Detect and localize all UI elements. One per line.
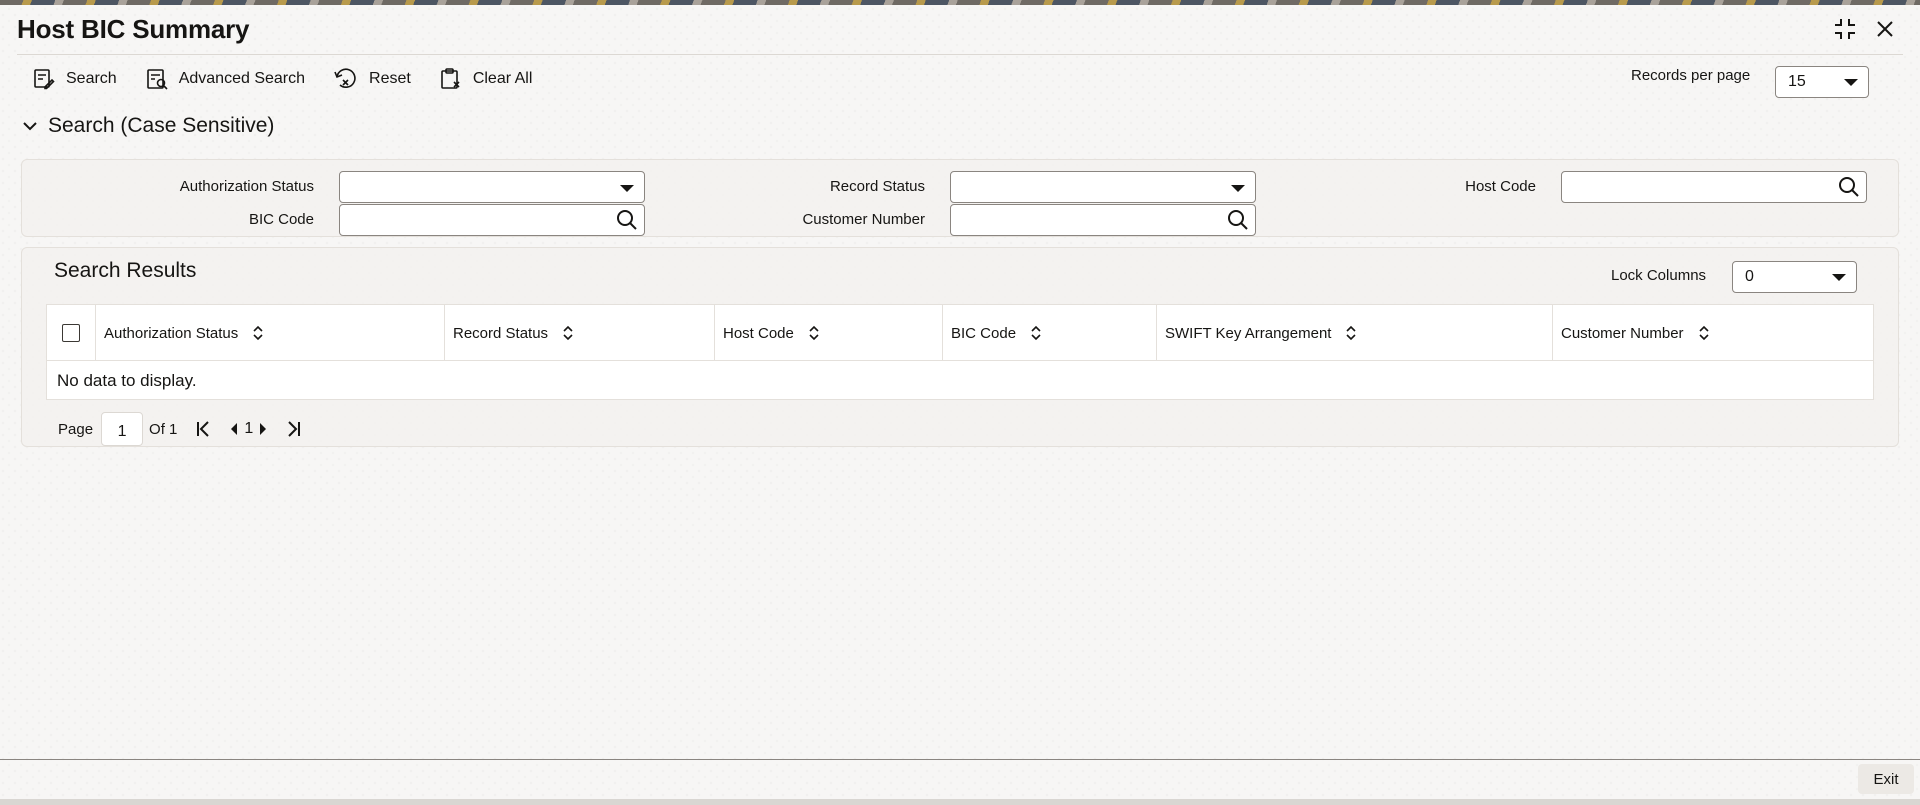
advanced-search-button-label: Advanced Search [178, 70, 306, 87]
search-icon [617, 210, 637, 230]
page-of-label: Of 1 [149, 420, 178, 438]
prev-page-icon [231, 423, 238, 435]
window-controls [1832, 16, 1898, 42]
sort-icon [809, 325, 819, 341]
maximize-icon [1835, 19, 1855, 39]
exit-button-label: Exit [1873, 770, 1899, 788]
customer-number-input[interactable] [950, 204, 1256, 236]
customer-number-lookup-button[interactable] [1227, 209, 1249, 236]
record-status-select[interactable] [950, 171, 1256, 203]
records-per-page-select[interactable]: 15 [1775, 66, 1869, 98]
close-button[interactable] [1872, 16, 1898, 42]
search-section-title: Search (Case Sensitive) [48, 114, 275, 137]
clear-all-button-label: Clear All [472, 70, 533, 87]
reset-button[interactable]: Reset [333, 64, 411, 94]
close-icon [1877, 21, 1893, 37]
search-results-title: Search Results [54, 259, 197, 282]
records-per-page-label: Records per page [1631, 67, 1751, 84]
column-header-label: Host Code [723, 324, 794, 342]
search-icon [34, 69, 55, 90]
authorization-status-label: Authorization Status [179, 178, 314, 195]
footer-divider [0, 759, 1920, 760]
reset-button-label: Reset [369, 70, 411, 87]
next-page-icon [260, 423, 267, 435]
dropdown-caret-icon [620, 185, 634, 192]
current-page-number: 1 [244, 420, 254, 437]
column-header-authorization-status[interactable]: Authorization Status [95, 305, 445, 361]
table-header: Authorization Status Record Status Host … [47, 305, 1873, 361]
sort-icon [1346, 325, 1357, 341]
last-page-button[interactable] [286, 420, 302, 438]
pagination: Page 1 Of 1 1 [58, 412, 302, 446]
toolbar: Search Advanced Search Reset Clear All [32, 64, 532, 94]
lock-columns-label: Lock Columns [1611, 267, 1707, 284]
first-page-icon [197, 421, 210, 437]
title-divider [17, 54, 1903, 55]
column-header-label: Record Status [453, 324, 549, 342]
next-page-button[interactable] [258, 422, 268, 436]
host-code-label: Host Code [1465, 178, 1536, 195]
column-header-host-code[interactable]: Host Code [714, 305, 942, 361]
results-table: Authorization Status Record Status Host … [46, 304, 1874, 400]
bic-code-lookup-button[interactable] [616, 209, 638, 236]
bottom-strip [0, 799, 1920, 805]
sort-icon [253, 325, 263, 341]
column-header-record-status[interactable]: Record Status [444, 305, 714, 361]
page-label: Page [58, 420, 94, 438]
last-page-icon [288, 421, 301, 437]
top-decorative-strip [0, 0, 1920, 5]
column-header-customer-number[interactable]: Customer Number [1552, 305, 1874, 361]
record-status-label: Record Status [829, 178, 925, 195]
select-all-checkbox[interactable] [62, 324, 80, 342]
page-number-value: 1 [117, 423, 127, 440]
advanced-search-icon [146, 69, 168, 90]
search-button[interactable]: Search [32, 64, 117, 94]
lock-columns-select[interactable]: 0 [1732, 261, 1857, 293]
customer-number-label: Customer Number [802, 211, 925, 228]
first-page-button[interactable] [195, 420, 211, 438]
search-button-label: Search [66, 70, 117, 87]
prev-page-button[interactable] [229, 422, 239, 436]
column-header-label: BIC Code [951, 324, 1017, 342]
bic-code-label: BIC Code [248, 211, 314, 228]
column-header-bic-code[interactable]: BIC Code [942, 305, 1156, 361]
column-header-label: Authorization Status [104, 324, 239, 342]
advanced-search-button[interactable]: Advanced Search [145, 64, 305, 94]
chevron-down-icon [23, 122, 37, 131]
empty-table-message: No data to display. [57, 371, 197, 390]
clear-all-icon [441, 68, 460, 89]
host-code-input[interactable] [1561, 171, 1867, 203]
maximize-button[interactable] [1832, 16, 1858, 42]
dropdown-caret-icon [1844, 79, 1858, 86]
sort-icon [563, 325, 573, 341]
page-title: Host BIC Summary [17, 14, 250, 44]
clear-all-button[interactable]: Clear All [439, 64, 533, 94]
page-number-input[interactable]: 1 [101, 412, 144, 446]
lock-columns-value: 0 [1745, 268, 1754, 285]
sort-icon [1031, 325, 1041, 341]
search-icon [1228, 210, 1248, 230]
dropdown-caret-icon [1832, 274, 1846, 281]
column-header-swift-key-arrangement[interactable]: SWIFT Key Arrangement [1156, 305, 1552, 361]
authorization-status-select[interactable] [339, 171, 645, 203]
reset-icon [334, 68, 356, 88]
records-per-page-value: 15 [1788, 73, 1806, 90]
sort-icon [1698, 325, 1709, 341]
host-code-lookup-button[interactable] [1838, 176, 1860, 203]
dropdown-caret-icon [1231, 185, 1245, 192]
search-icon [1839, 177, 1859, 197]
bic-code-input[interactable] [339, 204, 645, 236]
exit-button[interactable]: Exit [1858, 764, 1914, 794]
column-header-label: Customer Number [1561, 324, 1684, 342]
column-header-label: SWIFT Key Arrangement [1165, 324, 1332, 342]
search-section-toggle[interactable]: Search (Case Sensitive) [22, 114, 274, 138]
